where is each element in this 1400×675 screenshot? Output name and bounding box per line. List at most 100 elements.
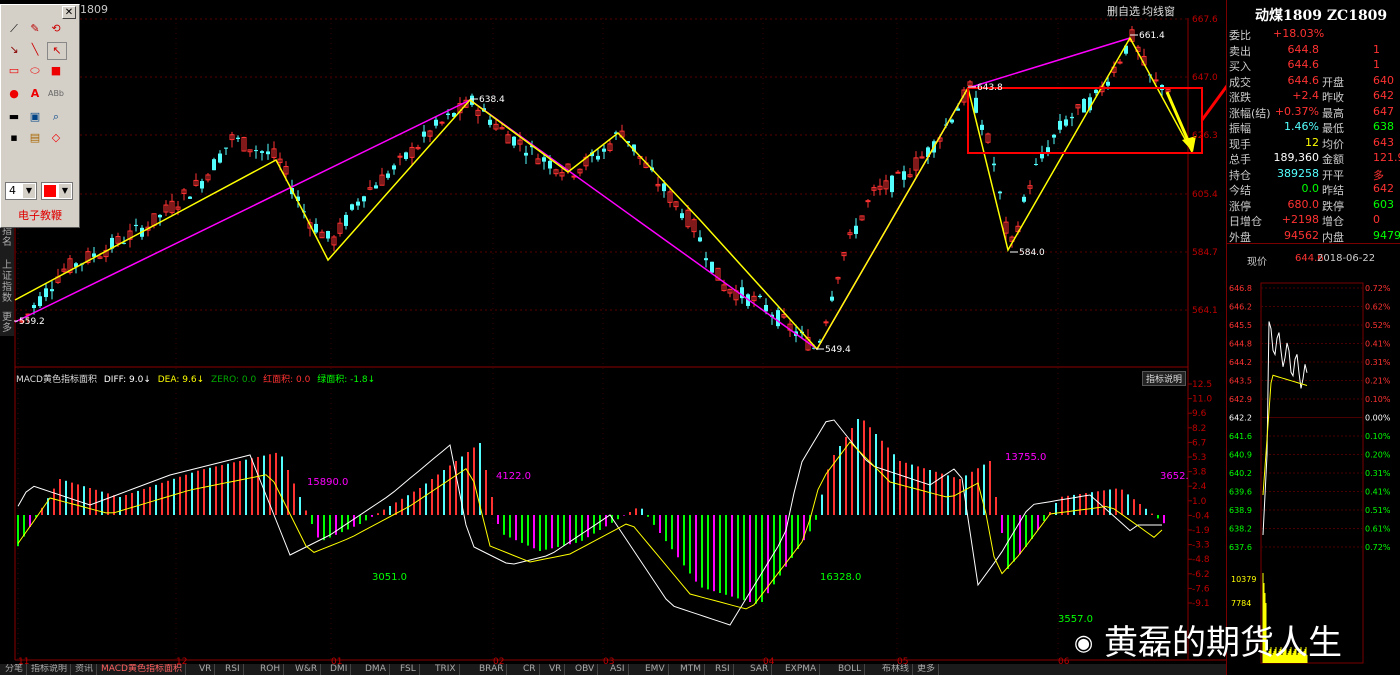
quote-row: 日增仓 +2198 增仓 0 [1227, 212, 1400, 228]
left-tab-char[interactable]: 数 [0, 293, 14, 304]
pen-icon[interactable]: ✎ [26, 21, 44, 37]
indicator-tab[interactable]: SAR [747, 664, 773, 675]
indicator-tab[interactable]: W&R [292, 664, 322, 675]
indicator-tab[interactable]: RSI [712, 664, 734, 675]
candle-body-down [392, 165, 396, 170]
indicator-tab[interactable]: BOLL [835, 664, 866, 675]
candle-body-down [1070, 116, 1074, 119]
quote-value-2: 121.9 [1373, 151, 1400, 164]
candle-body-down [488, 119, 492, 125]
candle-body-down [404, 152, 408, 159]
indicator-tab[interactable]: MACD黄色指标面积 [98, 664, 186, 675]
chevron-down-icon[interactable]: ▼ [59, 184, 71, 198]
macd-tick-label: 8.2 [1192, 424, 1206, 434]
indicator-tab[interactable]: 布林线 [879, 664, 914, 675]
indicator-tab[interactable]: ASI [607, 664, 629, 675]
price-extreme-label: 549.4 [825, 345, 851, 355]
candle-body-down [374, 185, 378, 189]
diamond-icon[interactable]: ◇ [47, 130, 65, 146]
mini-price-tick: 640.2 [1229, 469, 1252, 478]
indicator-tab[interactable]: VR [546, 664, 566, 675]
dea-value: DEA: 9.6 [157, 375, 197, 385]
filled-rect-icon[interactable]: ■ [47, 63, 65, 79]
rectangle-icon[interactable]: ▭ [5, 63, 23, 79]
indicator-tab[interactable]: RSI [222, 664, 244, 675]
kline-chart[interactable]: 15890.04122.03051.0 16328.013755.03557.03… [0, 0, 1226, 675]
mini-pct-tick: 0.10% [1365, 432, 1391, 441]
indicator-tab[interactable]: 更多 [914, 664, 940, 675]
indicator-help-button[interactable]: 指标说明 [1142, 371, 1187, 386]
price-extreme-label: 584.0 [1019, 248, 1045, 258]
candle-body-down [950, 119, 954, 123]
candle-body-up [1153, 79, 1159, 82]
open-folder-icon[interactable]: ▤ [26, 130, 44, 146]
left-tab-char[interactable]: 更 [0, 312, 14, 323]
macd-area-label: 13755.0 [1005, 452, 1046, 463]
left-tab-char[interactable]: 证 [0, 271, 14, 282]
close-icon[interactable]: ✕ [62, 6, 76, 19]
filled-ellipse-icon[interactable]: ● [5, 86, 23, 102]
candle-body-down [218, 153, 222, 163]
candle-body-down [158, 214, 162, 218]
arrow-tool-icon[interactable]: ↖ [47, 42, 67, 60]
candle-body-down [50, 289, 54, 292]
indicator-header: MACD黄色指标面积 DIFF: 9.0↓ DEA: 9.6↓ ZERO: 0.… [16, 375, 376, 385]
chevron-down-icon[interactable]: ▼ [23, 184, 35, 198]
line-width-select[interactable]: 4 ▼ [5, 182, 37, 200]
indicator-tab[interactable]: EXPMA [782, 664, 821, 675]
mini-price-tick: 640.9 [1229, 451, 1252, 460]
quote-row: 委比 +18.03% [1227, 26, 1400, 42]
indicator-tab[interactable]: EMV [642, 664, 669, 675]
indicator-tab[interactable]: 分笔 [2, 664, 28, 675]
indicator-tab[interactable]: MTM [677, 664, 706, 675]
candle-body-down [548, 160, 552, 169]
quote-row: 总手189,360金额121.9 [1227, 150, 1400, 166]
ellipse-icon[interactable]: ⬭ [26, 63, 44, 79]
left-tab-char[interactable]: 名 [0, 237, 14, 248]
indicator-tab[interactable]: BRAR [476, 664, 508, 675]
font-icon[interactable]: ABb [47, 86, 65, 102]
indicator-tab[interactable]: DMA [362, 664, 390, 675]
candle-body-down [38, 296, 42, 307]
candle-body-down [44, 288, 48, 298]
ray-icon[interactable]: ↘ [5, 42, 23, 58]
indicator-tab[interactable]: DMI [327, 664, 352, 675]
drawing-toolbox: ✕ ⟋ ✎ ⟲ ↘ ╲ ↖ ▭ ⬭ ■ ● A ABb ▬ ▣ ⌕ ▪ ▤ ◇ … [0, 4, 80, 228]
indicator-tab[interactable]: VR [196, 664, 216, 675]
quote-row: 成交 644.6 开盘 640 [1227, 73, 1400, 89]
quote-value-2: 643 [1373, 135, 1394, 149]
quote-row: 外盘 94562 内盘 9479 [1227, 228, 1400, 244]
color-bar-icon[interactable]: ▬ [5, 109, 23, 125]
macd-tick-label: 12.5 [1192, 380, 1212, 390]
segment-icon[interactable]: ╲ [26, 42, 44, 58]
indicator-tab[interactable]: TRIX [432, 664, 460, 675]
save-icon[interactable]: ▪ [5, 130, 23, 146]
price-extreme-label: 643.8 [977, 83, 1003, 93]
text-a-icon[interactable]: A [26, 86, 44, 102]
left-tab-char[interactable]: 多 [0, 323, 14, 334]
left-tab-char[interactable]: 指 [0, 282, 14, 293]
candle-body-up [1117, 61, 1123, 64]
indicator-tab[interactable]: FSL [397, 664, 420, 675]
candle-body-down [710, 261, 714, 273]
mini-pct-tick: 0.72% [1365, 284, 1391, 293]
highlight-box [967, 87, 1203, 154]
indicator-tab[interactable]: 指标说明 [28, 664, 72, 675]
indicator-tab[interactable]: 资讯 [72, 664, 98, 675]
macd-tick-label: 5.3 [1192, 453, 1206, 463]
indicator-tab[interactable]: OBV [572, 664, 599, 675]
screenshot-icon[interactable]: ▣ [26, 109, 44, 125]
magnifier-icon[interactable]: ⌕ [47, 109, 65, 125]
line-width-value: 4 [9, 184, 16, 197]
eraser-icon[interactable]: ⟲ [47, 21, 65, 37]
indicator-tab[interactable]: ROH [257, 664, 285, 675]
left-tab-char[interactable]: 上 [0, 260, 14, 271]
color-select[interactable]: ▼ [41, 182, 73, 200]
indicator-tab[interactable]: CR [520, 664, 540, 675]
quote-value: 389258 [1277, 166, 1319, 180]
mini-price-tick: 646.2 [1229, 303, 1252, 312]
candle-body-down [188, 196, 192, 199]
line-pen-icon[interactable]: ⟋ [5, 21, 23, 37]
bottom-tab-strip: 分笔 指标说明 资讯 MACD黄色指标面积 VR RSI ROH W&R DMI DMA FSL TR… [0, 664, 1226, 675]
candle-body-down [32, 305, 36, 309]
